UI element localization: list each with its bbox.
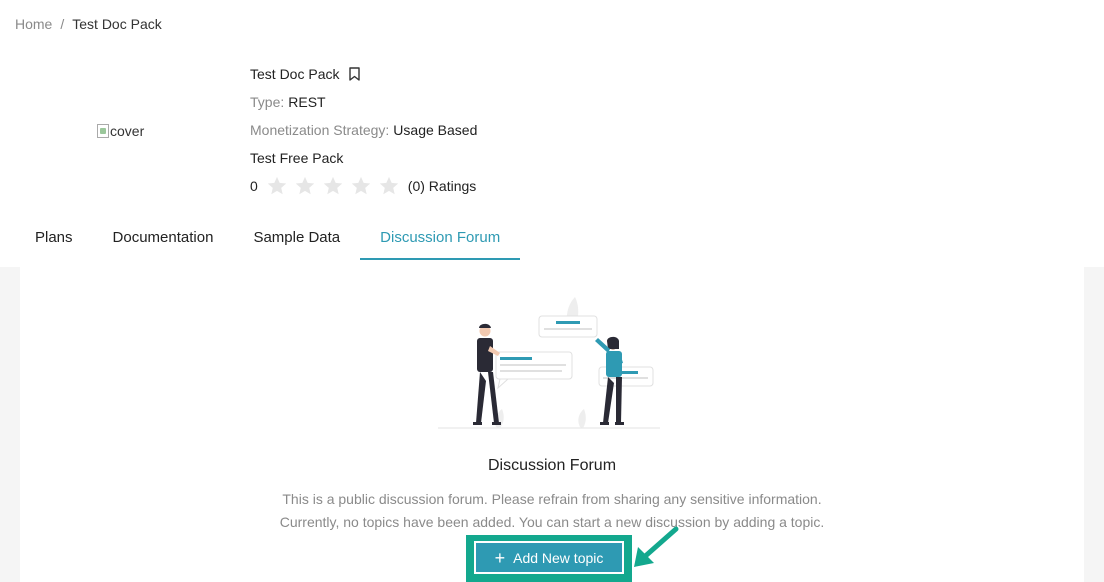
product-rating: 0 (0) Ratings <box>250 172 477 200</box>
tab-bar: Plans Documentation Sample Data Discussi… <box>15 222 521 260</box>
forum-description-line-1: This is a public discussion forum. Pleas… <box>282 491 822 507</box>
add-new-topic-button[interactable]: + Add New topic <box>474 541 624 574</box>
breadcrumb-current: Test Doc Pack <box>72 16 162 32</box>
forum-description: This is a public discussion forum. Pleas… <box>20 488 1084 534</box>
plan-name: Test Free Pack <box>250 150 344 166</box>
breadcrumb-separator: / <box>60 16 65 32</box>
bookmark-icon[interactable] <box>349 67 361 81</box>
product-type: Type: REST <box>250 88 477 116</box>
cover-image: cover <box>97 123 144 139</box>
add-topic-highlight: + Add New topic <box>466 535 632 582</box>
product-info: Test Doc Pack Type: REST Monetization St… <box>250 60 477 200</box>
breadcrumb-home[interactable]: Home <box>15 16 52 32</box>
forum-description-line-2: Currently, no topics have been added. Yo… <box>279 514 825 530</box>
cover-alt-text: cover <box>110 123 145 139</box>
product-title: Test Doc Pack <box>250 66 340 82</box>
arrow-icon <box>634 526 679 567</box>
type-value: REST <box>288 94 326 110</box>
monetization-key: Monetization Strategy: <box>250 122 390 138</box>
breadcrumb: Home / Test Doc Pack <box>15 16 162 32</box>
forum-title: Discussion Forum <box>487 457 617 474</box>
product-title-row: Test Doc Pack <box>250 60 477 88</box>
broken-image-icon <box>97 124 109 138</box>
product-plan: Test Free Pack <box>250 144 477 172</box>
tab-plans[interactable]: Plans <box>15 222 93 260</box>
monetization-value: Usage Based <box>393 122 478 138</box>
type-key: Type: <box>250 94 285 110</box>
rating-value: 0 <box>250 178 258 194</box>
tab-discussion-forum[interactable]: Discussion Forum <box>360 222 521 260</box>
star-icon[interactable] <box>350 175 372 197</box>
star-icon[interactable] <box>322 175 344 197</box>
discussion-forum-panel: Discussion Forum This is a public discus… <box>20 267 1084 582</box>
ratings-label: (0) Ratings <box>407 178 477 194</box>
rating-stars[interactable] <box>266 175 400 197</box>
discussion-illustration <box>438 297 660 429</box>
plus-icon: + <box>494 547 506 568</box>
star-icon[interactable] <box>266 175 288 197</box>
tab-sample-data[interactable]: Sample Data <box>233 222 360 260</box>
star-icon[interactable] <box>378 175 400 197</box>
add-new-topic-label: Add New topic <box>513 549 604 566</box>
tab-documentation[interactable]: Documentation <box>93 222 234 260</box>
star-icon[interactable] <box>294 175 316 197</box>
product-monetization: Monetization Strategy: Usage Based <box>250 116 477 144</box>
